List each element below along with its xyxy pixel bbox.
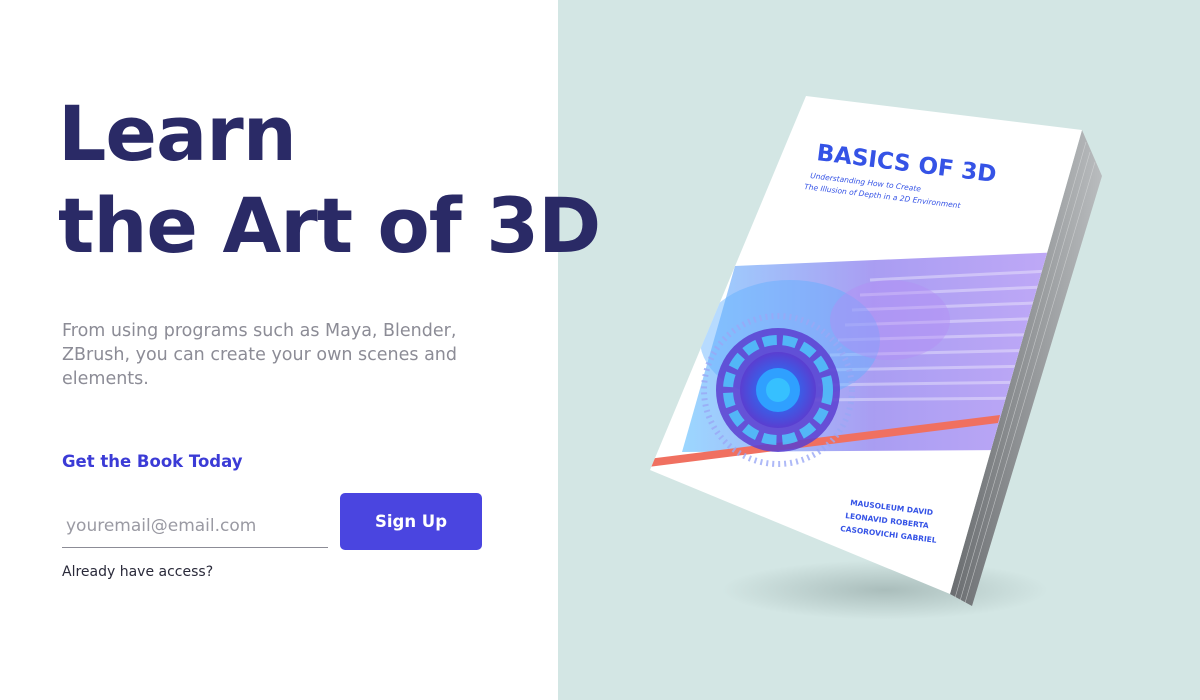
already-have-access-link[interactable]: Already have access? xyxy=(62,564,213,580)
headline-line-1: Learn xyxy=(58,89,297,178)
book-cover-image: BASICS OF 3D Understanding How to Create… xyxy=(650,96,1102,606)
page-title: Learn the Art of 3D xyxy=(58,88,601,272)
email-field[interactable] xyxy=(62,508,328,548)
cta-title: Get the Book Today xyxy=(62,452,243,471)
headline-line-2: the Art of 3D xyxy=(58,181,601,270)
hero-description: From using programs such as Maya, Blende… xyxy=(62,321,457,389)
sign-up-button[interactable]: Sign Up xyxy=(340,493,482,550)
